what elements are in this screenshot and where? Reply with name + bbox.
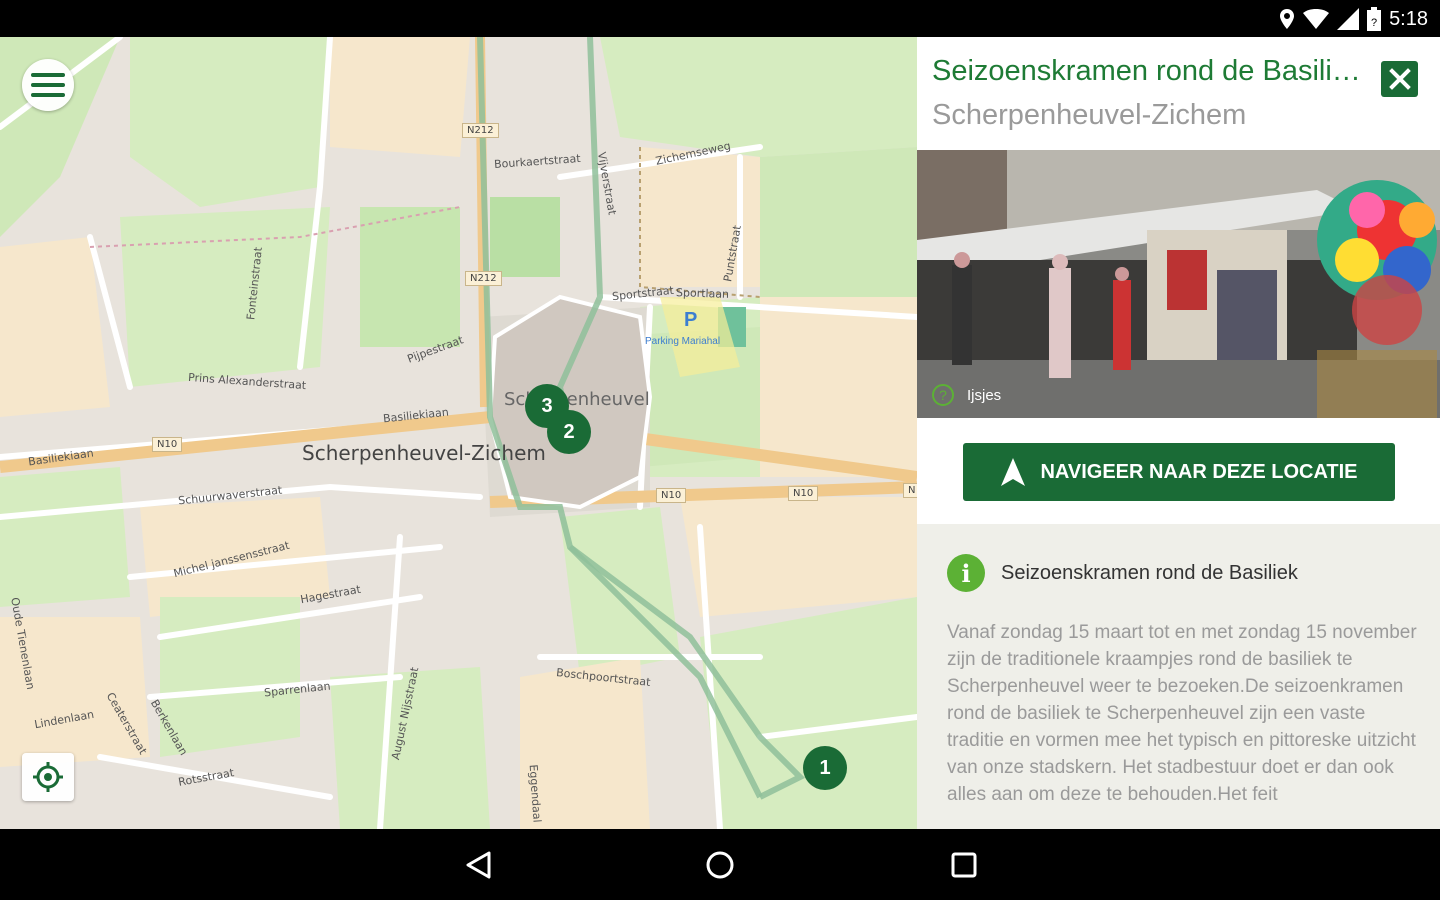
location-photo[interactable]: ? Ijsjes [917, 150, 1440, 418]
navigation-arrow-icon [1001, 458, 1026, 486]
close-button[interactable] [1381, 61, 1418, 97]
road-shield: N10 [788, 486, 819, 501]
street-label: Sportlaan [675, 286, 730, 301]
wifi-icon [1303, 9, 1330, 29]
panel-subtitle: Scherpenheuvel-Zichem [932, 99, 1247, 131]
road-shield: N [903, 483, 917, 498]
info-section: i Seizoenskramen rond de Basiliek Vanaf … [917, 524, 1440, 829]
close-icon [1388, 68, 1411, 90]
help-circle-icon: ? [932, 384, 954, 406]
back-triangle-icon [466, 851, 491, 879]
parking-label: Parking Mariahal [645, 336, 721, 347]
home-button[interactable] [700, 847, 740, 883]
navigate-button[interactable]: NAVIGEER NAAR DEZE LOCATIE [963, 443, 1395, 501]
navigate-button-label: NAVIGEER NAAR DEZE LOCATIE [1040, 460, 1358, 483]
svg-text:?: ? [1371, 17, 1377, 29]
road-shield: N10 [656, 488, 687, 503]
menu-button[interactable] [22, 59, 74, 111]
home-circle-icon [706, 851, 734, 879]
back-button[interactable] [458, 847, 498, 883]
clock: 5:18 [1389, 7, 1428, 30]
detail-panel: Seizoenskramen rond de Basiliek Scherpen… [917, 37, 1440, 829]
route-marker[interactable]: 1 [803, 746, 847, 790]
locate-button[interactable] [22, 753, 74, 801]
route-marker[interactable]: 2 [547, 410, 591, 454]
photo-caption: Ijsjes [967, 386, 1002, 404]
status-bar: ? 5:18 [0, 0, 1440, 37]
info-description: Vanaf zondag 15 maart tot en met zondag … [947, 622, 1417, 805]
navigate-section: NAVIGEER NAAR DEZE LOCATIE [917, 418, 1440, 524]
road-shield: N212 [465, 271, 502, 286]
hamburger-menu-icon [31, 93, 65, 97]
info-icon: i [947, 554, 985, 592]
hamburger-menu-icon [31, 83, 65, 87]
town-label: Scherpenheuvel-Zichem [302, 441, 546, 465]
hamburger-menu-icon [31, 73, 65, 77]
road-shield: N10 [152, 437, 183, 452]
battery-icon: ? [1367, 7, 1382, 31]
info-title: Seizoenskramen rond de Basiliek [1001, 561, 1298, 584]
parking-icon: P [684, 309, 698, 331]
recents-square-icon [951, 852, 977, 878]
road-shield: N212 [462, 123, 499, 138]
map-view[interactable]: N212 N212 N10 N10 N10 N Basiliekiaan Bas… [0, 37, 917, 829]
signal-icon [1337, 8, 1360, 30]
panel-title: Seizoenskramen rond de Basiliek [932, 55, 1362, 87]
recents-button[interactable] [944, 847, 984, 883]
system-navigation-bar [0, 829, 1440, 900]
svg-text:?: ? [939, 387, 947, 403]
location-icon [1280, 9, 1295, 29]
crosshair-location-icon [33, 762, 63, 792]
